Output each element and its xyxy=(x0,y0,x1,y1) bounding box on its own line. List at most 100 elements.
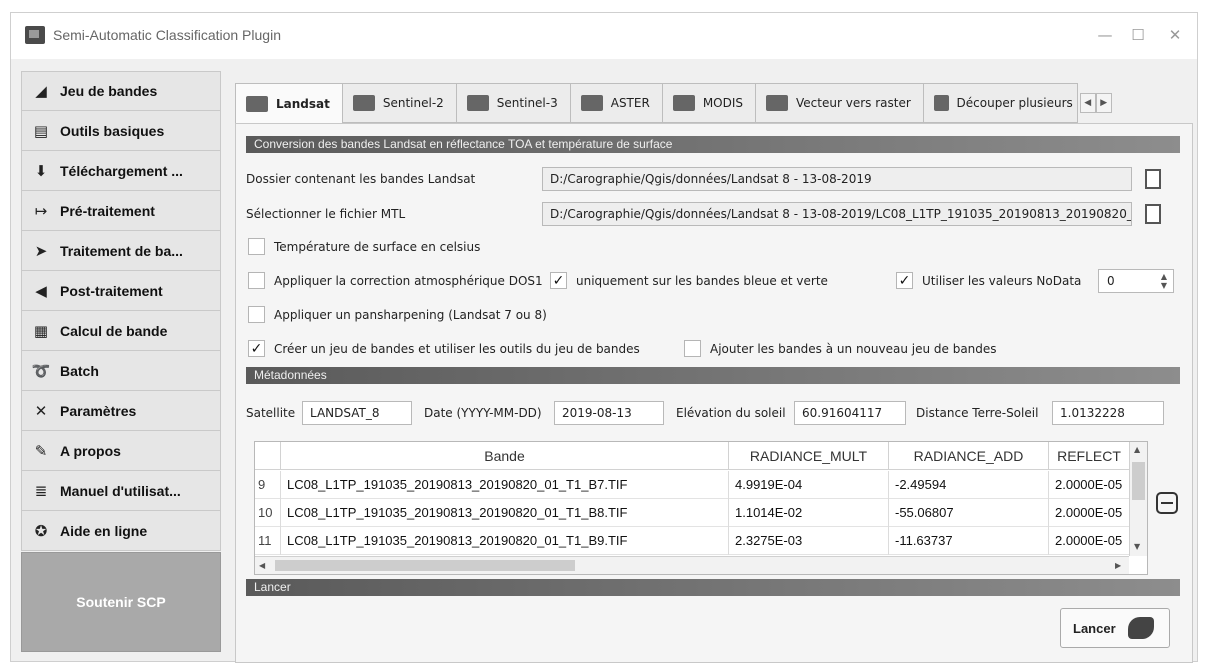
remove-row-button[interactable] xyxy=(1156,492,1178,514)
tab-sentinel-2[interactable]: Sentinel-2 xyxy=(342,83,457,123)
create-bandset-checkbox[interactable]: ✓ Créer un jeu de bandes et utiliser les… xyxy=(248,340,640,357)
sidebar-item-aide-en-ligne[interactable]: ✪ Aide en ligne xyxy=(21,511,221,551)
band-cell[interactable]: LC08_L1TP_191035_20190813_20190820_01_T1… xyxy=(281,499,729,527)
checkbox-box[interactable]: ✓ xyxy=(248,340,265,357)
tab-aster[interactable]: ASTER xyxy=(570,83,663,123)
date-field[interactable]: 2019-08-13 xyxy=(554,401,664,425)
column-header-radiance-add[interactable]: RADIANCE_ADD xyxy=(889,442,1049,470)
tab-label: MODIS xyxy=(702,96,744,110)
band-cell[interactable]: LC08_L1TP_191035_20190813_20190820_01_T1… xyxy=(281,471,729,499)
sun-elevation-label: Elévation du soleil xyxy=(676,406,786,420)
horizontal-scrollbar[interactable]: ◀ ▶ xyxy=(255,556,1129,574)
scroll-right-icon[interactable]: ▶ xyxy=(1115,561,1121,570)
add-bands-new-bandset-checkbox[interactable]: Ajouter les bandes à un nouveau jeu de b… xyxy=(684,340,997,357)
scrollbar-thumb[interactable] xyxy=(275,560,575,571)
tab-label: ASTER xyxy=(610,96,650,110)
radiance-add-cell[interactable]: -11.63737 xyxy=(889,527,1049,555)
sidebar-item-label: Paramètres xyxy=(60,402,137,419)
scrollbar-thumb[interactable] xyxy=(1132,462,1145,500)
sidebar-item-outils-basiques[interactable]: ▤ Outils basiques xyxy=(21,111,221,151)
reflectance-cell[interactable]: 2.0000E-05 xyxy=(1049,499,1129,527)
table-row[interactable]: 11 LC08_L1TP_191035_20190813_20190820_01… xyxy=(255,527,1129,555)
celsius-checkbox[interactable]: Température de surface en celsius xyxy=(248,238,480,255)
radiance-add-cell[interactable]: -2.49594 xyxy=(889,471,1049,499)
nodata-value-spinbox[interactable]: 0 ▲ ▼ xyxy=(1098,269,1174,293)
band-metadata-table[interactable]: Bande RADIANCE_MULT RADIANCE_ADD REFLECT… xyxy=(254,441,1148,575)
spinbox-arrows-icon[interactable]: ▲ ▼ xyxy=(1158,272,1170,290)
sidebar-item-calcul-de-bande[interactable]: ▦ Calcul de bande xyxy=(21,311,221,351)
scroll-left-icon[interactable]: ◀ xyxy=(259,561,265,570)
mtl-file-field[interactable]: D:/Carographie/Qgis/données/Landsat 8 - … xyxy=(542,202,1132,226)
radiance-mult-cell[interactable]: 4.9919E-04 xyxy=(729,471,889,499)
sun-elevation-field[interactable]: 60.91604117 xyxy=(794,401,906,425)
column-header-radiance-mult[interactable]: RADIANCE_MULT xyxy=(729,442,889,470)
run-button[interactable]: Lancer xyxy=(1060,608,1170,648)
sidebar-item-batch[interactable]: ➰ Batch xyxy=(21,351,221,391)
tab-modis[interactable]: MODIS xyxy=(662,83,757,123)
sidebar-item-traitement-de-bande[interactable]: ➤ Traitement de ba... xyxy=(21,231,221,271)
checkbox-box[interactable] xyxy=(248,238,265,255)
minimize-button[interactable]: — xyxy=(1093,23,1117,47)
chart-icon: ▤ xyxy=(33,121,49,140)
reflectance-cell[interactable]: 2.0000E-05 xyxy=(1049,527,1129,555)
settings-icon: ✕ xyxy=(34,401,48,420)
sidebar-item-label: Aide en ligne xyxy=(60,522,148,539)
table-row[interactable]: 9 LC08_L1TP_191035_20190813_20190820_01_… xyxy=(255,471,1129,499)
vector-to-raster-icon xyxy=(766,95,789,111)
postprocess-icon: ◀ xyxy=(35,281,47,300)
dos-checkbox[interactable]: Appliquer la correction atmosphérique DO… xyxy=(248,272,548,289)
open-mtl-button[interactable] xyxy=(1142,202,1164,226)
folder-label: Dossier contenant les bandes Landsat xyxy=(246,172,476,186)
sidebar-item-telechargement[interactable]: ⬇ Téléchargement ... xyxy=(21,151,221,191)
tab-label: Découper plusieurs xyxy=(956,96,1073,110)
tab-scroll-left-button[interactable]: ◀ xyxy=(1079,93,1096,113)
download-icon: ⬇ xyxy=(34,161,48,180)
date-label: Date (YYYY-MM-DD) xyxy=(424,406,542,420)
checkbox-box[interactable]: ✓ xyxy=(550,272,567,289)
manual-icon: ≣ xyxy=(34,481,48,500)
scroll-up-icon[interactable]: ▲ xyxy=(1134,445,1140,454)
sidebar-item-pre-traitement[interactable]: ↦ Pré-traitement xyxy=(21,191,221,231)
column-header-index xyxy=(255,442,281,470)
reflectance-cell[interactable]: 2.0000E-05 xyxy=(1049,471,1129,499)
maximize-button[interactable]: ☐ xyxy=(1126,23,1150,47)
pansharpening-checkbox[interactable]: Appliquer un pansharpening (Landsat 7 ou… xyxy=(248,306,547,323)
sidebar-item-manuel[interactable]: ≣ Manuel d'utilisat... xyxy=(21,471,221,511)
column-header-band[interactable]: Bande xyxy=(281,442,729,470)
open-folder-button[interactable] xyxy=(1142,167,1164,191)
sidebar-item-label: Pré-traitement xyxy=(60,202,155,219)
app-window: Semi-Automatic Classification Plugin — ☐… xyxy=(10,12,1198,663)
blue-green-checkbox[interactable]: ✓ uniquement sur les bandes bleue et ver… xyxy=(550,272,828,289)
column-header-reflectance[interactable]: REFLECT xyxy=(1049,442,1129,470)
band-cell[interactable]: LC08_L1TP_191035_20190813_20190820_01_T1… xyxy=(281,527,729,555)
nodata-checkbox[interactable]: ✓ Utiliser les valeurs NoData xyxy=(896,272,1081,289)
satellite-field[interactable]: LANDSAT_8 xyxy=(302,401,412,425)
close-button[interactable]: ✕ xyxy=(1163,23,1187,47)
sidebar-item-label: Jeu de bandes xyxy=(60,83,158,99)
radiance-mult-cell[interactable]: 2.3275E-03 xyxy=(729,527,889,555)
support-scp-button[interactable]: Soutenir SCP xyxy=(21,552,221,652)
earth-sun-distance-field[interactable]: 1.0132228 xyxy=(1052,401,1164,425)
tab-scroll-arrows: ◀ ▶ xyxy=(1079,83,1112,123)
tab-decouper-plusieurs[interactable]: Découper plusieurs xyxy=(923,83,1078,123)
checkbox-box[interactable] xyxy=(684,340,701,357)
sidebar-item-a-propos[interactable]: ✎ A propos xyxy=(21,431,221,471)
tab-sentinel-3[interactable]: Sentinel-3 xyxy=(456,83,571,123)
spinbox-value: 0 xyxy=(1107,274,1115,288)
vertical-scrollbar[interactable]: ▲ ▼ xyxy=(1129,442,1147,556)
table-row[interactable]: 10 LC08_L1TP_191035_20190813_20190820_01… xyxy=(255,499,1129,527)
tab-landsat[interactable]: Landsat xyxy=(235,83,343,125)
sidebar-item-parametres[interactable]: ✕ Paramètres xyxy=(21,391,221,431)
scroll-down-icon[interactable]: ▼ xyxy=(1134,542,1140,551)
landsat-folder-field[interactable]: D:/Carographie/Qgis/données/Landsat 8 - … xyxy=(542,167,1132,191)
tab-scroll-right-button[interactable]: ▶ xyxy=(1095,93,1112,113)
sentinel-3-icon xyxy=(466,95,489,111)
radiance-add-cell[interactable]: -55.06807 xyxy=(889,499,1049,527)
sidebar-item-jeu-de-bandes[interactable]: ◢ Jeu de bandes xyxy=(21,71,221,111)
checkbox-box[interactable]: ✓ xyxy=(896,272,913,289)
checkbox-box[interactable] xyxy=(248,272,265,289)
sidebar-item-post-traitement[interactable]: ◀ Post-traitement xyxy=(21,271,221,311)
tab-vecteur-vers-raster[interactable]: Vecteur vers raster xyxy=(756,83,924,123)
checkbox-box[interactable] xyxy=(248,306,265,323)
radiance-mult-cell[interactable]: 1.1014E-02 xyxy=(729,499,889,527)
